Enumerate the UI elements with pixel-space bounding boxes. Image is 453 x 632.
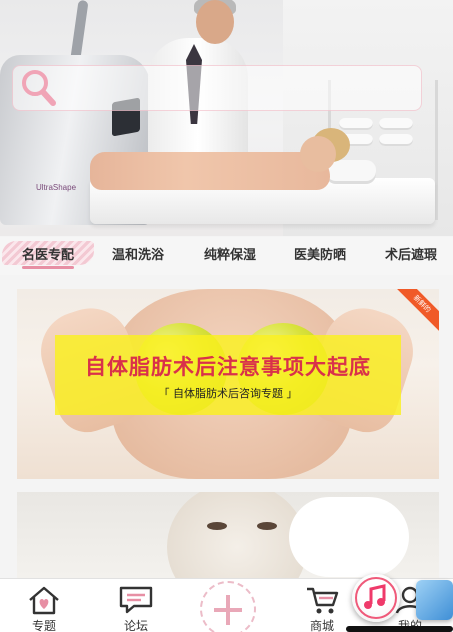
home-heart-icon xyxy=(29,586,59,615)
music-note-icon xyxy=(355,577,397,619)
face-mask-photo xyxy=(167,492,307,584)
eye xyxy=(257,522,277,530)
search-bar[interactable] xyxy=(12,65,422,111)
photos-app-icon[interactable] xyxy=(416,580,453,620)
music-player-button[interactable] xyxy=(352,574,400,622)
headband xyxy=(289,497,409,577)
home-indicator xyxy=(346,626,453,632)
machine-brand-label: UltraShape xyxy=(36,183,77,192)
cart-icon xyxy=(307,587,339,614)
chat-bubble-icon xyxy=(119,586,153,614)
post-button[interactable] xyxy=(200,581,256,632)
search-icon[interactable] xyxy=(18,66,58,110)
article-card[interactable] xyxy=(17,492,439,584)
nav-forum[interactable]: 论坛 xyxy=(106,579,166,632)
nav-label: 商城 xyxy=(309,619,334,632)
nav-label: 专题 xyxy=(31,619,56,632)
category-tabs: 名医专配 温和洗浴 纯粹保湿 医美防晒 术后遮瑕 xyxy=(0,237,453,275)
nav-topics[interactable]: 专题 xyxy=(14,579,74,632)
eye xyxy=(207,522,227,530)
tab-pure-moisture[interactable]: 纯粹保湿 xyxy=(204,237,256,275)
article-card[interactable]: 自体脂肪术后注意事项大起底 「 自体脂肪术后咨询专题 」 新鲜的 xyxy=(17,289,439,479)
patient-head xyxy=(300,136,336,172)
pillow xyxy=(326,160,376,184)
tab-post-op-concealer[interactable]: 术后遮瑕 xyxy=(385,237,437,275)
hero-banner[interactable]: UltraShape xyxy=(0,0,453,236)
towel xyxy=(379,118,413,130)
towel xyxy=(339,118,373,130)
plus-icon xyxy=(214,595,242,625)
card-subtitle: 「 自体脂肪术后咨询专题 」 xyxy=(158,387,298,400)
patient-figure xyxy=(90,152,330,190)
card-title: 自体脂肪术后注意事项大起底 xyxy=(85,354,371,379)
doctor-head xyxy=(196,0,234,44)
nav-label: 论坛 xyxy=(123,619,148,632)
tab-famous-doctor[interactable]: 名医专配 xyxy=(1,237,95,275)
tab-sunscreen[interactable]: 医美防晒 xyxy=(294,237,346,275)
nav-mall[interactable]: 商城 xyxy=(292,579,352,632)
towel xyxy=(379,134,413,146)
search-input[interactable] xyxy=(13,66,421,110)
tab-gentle-bath[interactable]: 温和洗浴 xyxy=(112,237,164,275)
